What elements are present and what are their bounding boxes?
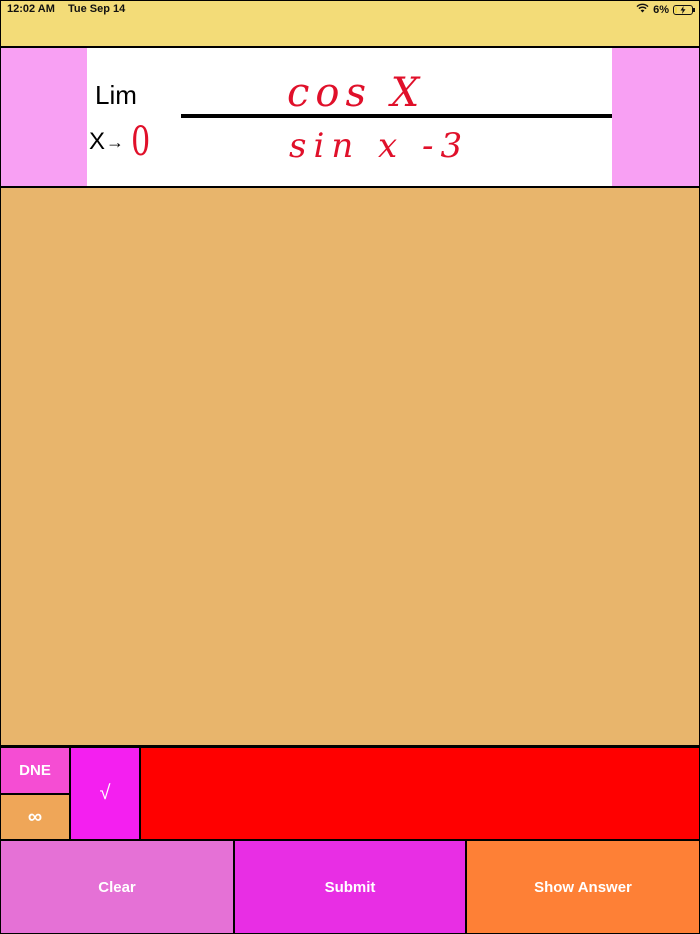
dne-button[interactable]: DNE: [1, 748, 69, 793]
limit-variable: X: [89, 128, 106, 155]
header-bar: 12:02 AM Tue Sep 14 6%: [1, 1, 699, 46]
infinity-button[interactable]: ∞: [1, 795, 69, 839]
fraction-bar: [181, 114, 612, 118]
status-bar-left: 12:02 AM Tue Sep 14: [7, 3, 135, 15]
fraction-denominator: sin x -3: [289, 126, 470, 166]
battery-percent: 6%: [653, 3, 669, 16]
scratch-work-area[interactable]: [1, 188, 699, 745]
show-answer-button[interactable]: Show Answer: [467, 841, 699, 933]
limit-approach-value: 0: [131, 119, 151, 165]
limit-approach: X → 0: [89, 122, 153, 162]
lim-label: Lim: [95, 80, 137, 110]
status-date: Tue Sep 14: [67, 3, 126, 15]
status-bar-right: 6%: [636, 3, 695, 16]
app-root: 12:02 AM Tue Sep 14 6% Lim X → 0 cos X s…: [0, 0, 700, 934]
problem-band: Lim X → 0 cos X sin x -3: [1, 48, 699, 186]
battery-charging-icon: [673, 4, 695, 15]
clear-button[interactable]: Clear: [1, 841, 233, 933]
status-time: 12:02 AM: [7, 3, 55, 15]
fraction-numerator: cos X: [287, 70, 426, 116]
wifi-icon: [636, 3, 649, 16]
problem-card: Lim X → 0 cos X sin x -3: [87, 48, 612, 186]
sqrt-button[interactable]: √: [71, 748, 139, 839]
submit-button[interactable]: Submit: [235, 841, 465, 933]
arrow-icon: →: [106, 131, 125, 152]
answer-input-area[interactable]: [141, 748, 699, 839]
